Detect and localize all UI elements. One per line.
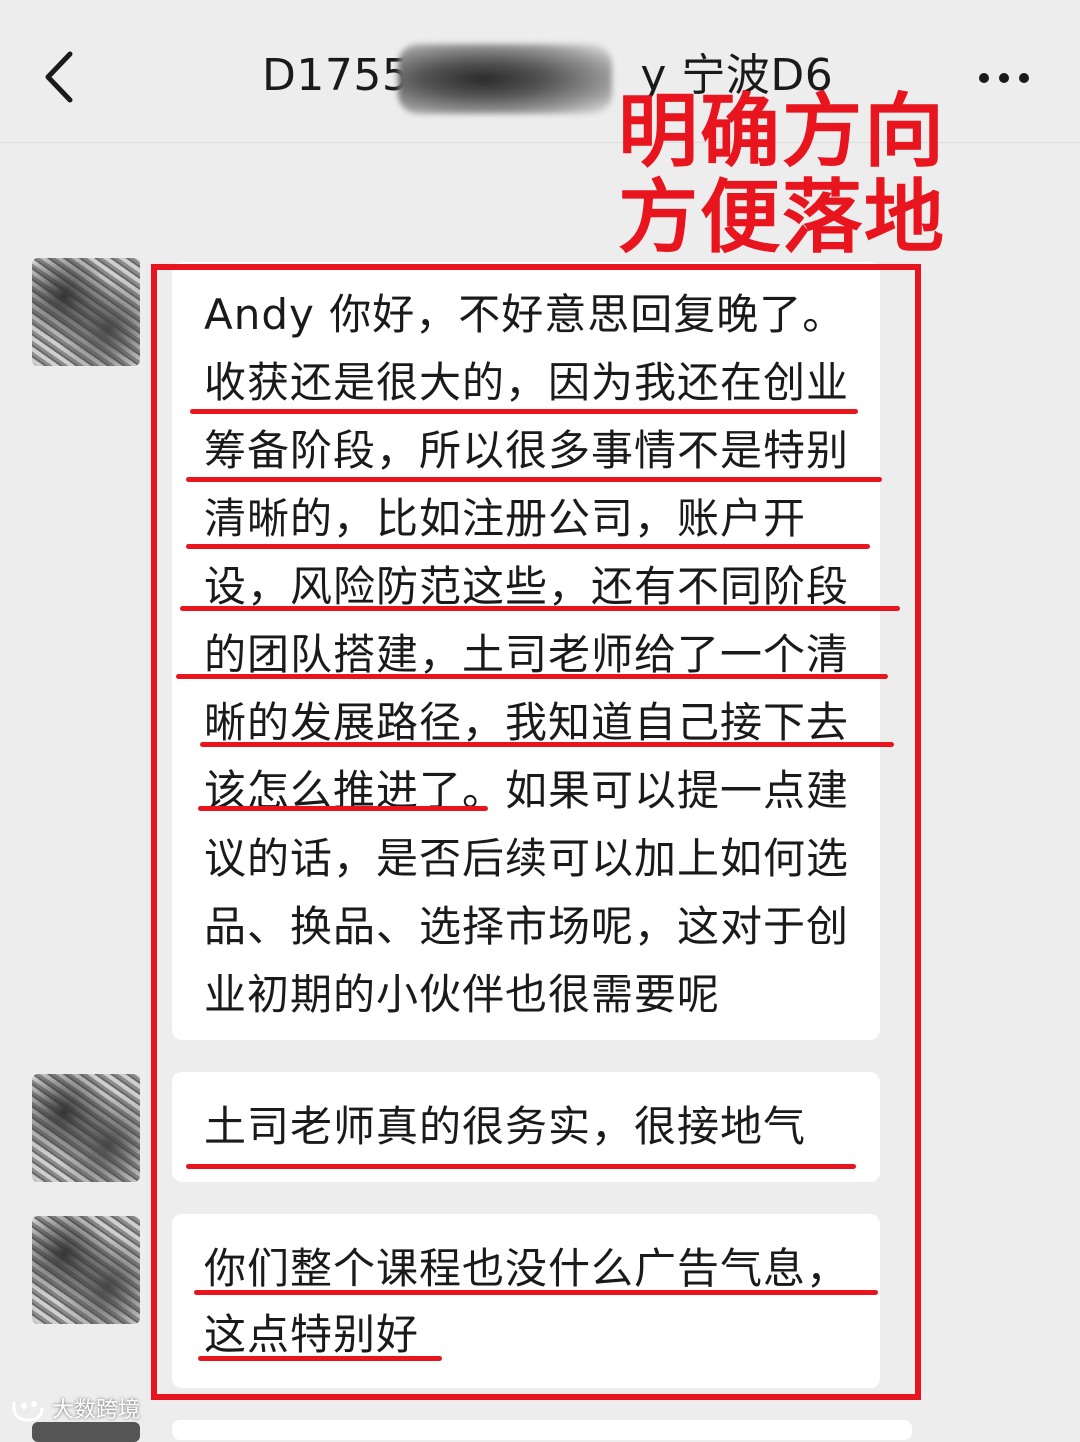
sender-avatar[interactable] (32, 258, 140, 366)
sender-avatar[interactable] (32, 1216, 140, 1324)
message-bubble-partial (172, 1420, 912, 1440)
back-button[interactable] (30, 42, 90, 112)
more-button[interactable] (974, 58, 1034, 98)
sender-avatar[interactable] (32, 1074, 140, 1182)
title-redaction-blur (398, 44, 612, 114)
annotation-line-1: 明确方向 (618, 85, 946, 178)
chat-title-prefix: D1755 (262, 50, 411, 101)
chevron-left-icon (45, 51, 73, 103)
annotation-line-2: 方便落地 (618, 171, 946, 264)
watermark-text: 大数跨境 (52, 1398, 141, 1423)
watermark-logo-icon (12, 1401, 44, 1422)
highlight-frame (151, 264, 921, 1400)
more-dots-icon (979, 73, 1029, 83)
